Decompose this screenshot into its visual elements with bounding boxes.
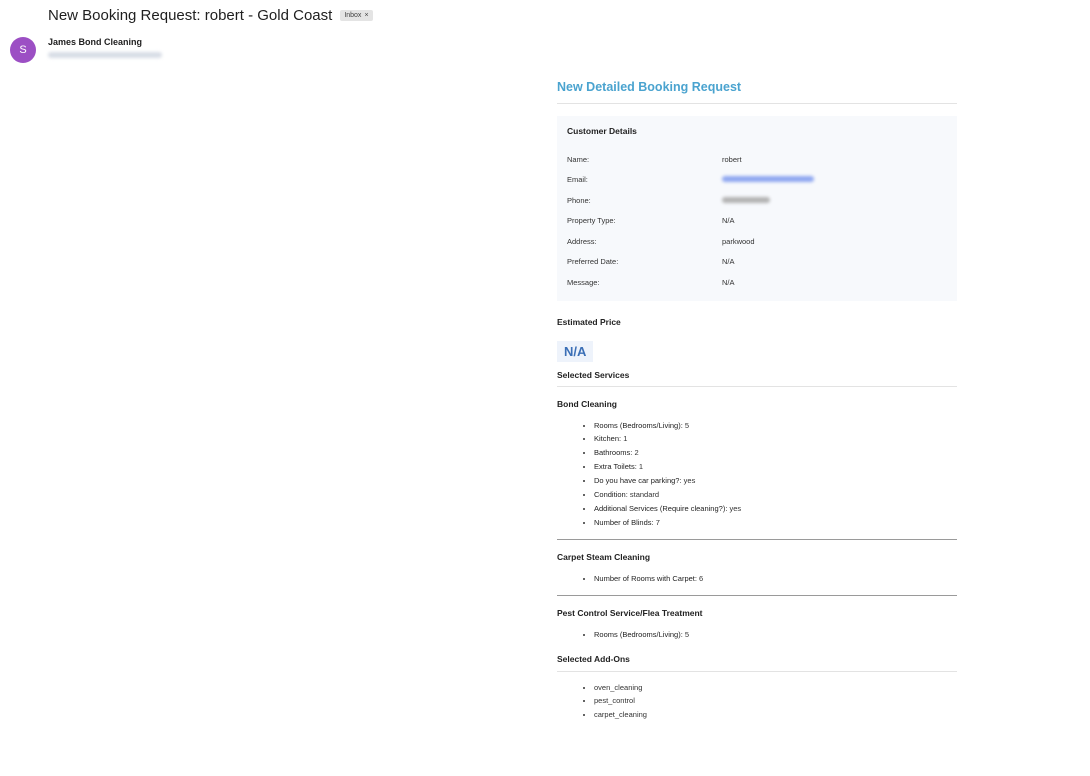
detail-label: Email: <box>567 175 588 185</box>
customer-details-box: Customer Details Name: robert Email: Phone:… <box>557 116 957 301</box>
email-subject: New Booking Request: robert - Gold Coast <box>48 6 333 24</box>
service-items: Rooms (Bedrooms/Living): 5Kitchen: 1Bath… <box>557 419 957 530</box>
service-item-value: 5 <box>682 420 690 430</box>
detail-row: Email: <box>567 170 947 191</box>
service-item-label: Do you have car parking?: <box>594 476 682 486</box>
sender-email-redacted <box>48 52 162 58</box>
service-title: Bond Cleaning <box>557 398 617 409</box>
sender-name[interactable]: James Bond Cleaning <box>48 37 142 47</box>
detail-label: Message: <box>567 277 600 287</box>
service-title: Carpet Steam Cleaning <box>557 551 651 562</box>
detail-row: Name: robert <box>567 149 947 170</box>
remove-label-icon[interactable]: × <box>364 12 368 19</box>
detail-value <box>722 175 814 184</box>
service-item-label: Bathrooms: <box>594 448 633 458</box>
detail-row: Address: parkwood <box>567 231 947 252</box>
service-item-value: 1 <box>636 462 644 472</box>
detail-value: parkwood <box>722 236 755 246</box>
email-body: New Detailed Booking Request Customer De… <box>557 80 957 722</box>
service-item-value: yes <box>727 503 742 513</box>
service-item-label: Condition: <box>594 490 628 500</box>
estimated-price-heading: Estimated Price <box>557 316 621 327</box>
detail-label: Preferred Date: <box>567 257 619 267</box>
service-item: Rooms (Bedrooms/Living): 5 <box>594 419 957 433</box>
detail-label: Address: <box>567 236 597 246</box>
inbox-label-text: Inbox <box>344 11 362 19</box>
email-subject-row: New Booking Request: robert - Gold Coast… <box>48 4 373 26</box>
service-title: Pest Control Service/Flea Treatment <box>557 607 703 618</box>
service-item-label: Number of Rooms with Carpet: <box>594 573 697 583</box>
service-item-value: 6 <box>696 573 704 583</box>
detail-row: Message: N/A <box>567 272 947 293</box>
detail-label: Name: <box>567 154 590 164</box>
service-item: Number of Rooms with Carpet: 6 <box>594 572 957 586</box>
detail-label: Property Type: <box>567 216 616 226</box>
service-item-value: 2 <box>632 448 639 458</box>
selected-services-heading: Selected Services <box>557 370 957 387</box>
service-item-label: Rooms (Bedrooms/Living): <box>594 629 683 639</box>
estimated-price-value: N/A <box>557 340 594 362</box>
addons-list: oven_cleaningpest_controlcarpet_cleaning <box>557 681 957 723</box>
booking-title: New Detailed Booking Request <box>557 80 957 104</box>
detail-value: N/A <box>722 257 735 267</box>
addon-item: carpet_cleaning <box>594 708 957 722</box>
service-item-label: Number of Blinds: <box>594 517 654 527</box>
service-item-label: Extra Toilets: <box>594 462 637 472</box>
detail-value: robert <box>722 154 742 164</box>
service-items: Number of Rooms with Carpet: 6 <box>557 572 957 586</box>
service-item-value: yes <box>681 476 696 486</box>
service-item-value: 1 <box>621 434 628 444</box>
service-divider <box>557 594 957 596</box>
service-item: Extra Toilets: 1 <box>594 460 957 474</box>
service-item: Rooms (Bedrooms/Living): 5 <box>594 628 957 642</box>
phone-redacted <box>722 196 770 203</box>
service-item: Kitchen: 1 <box>594 432 957 446</box>
service-item-label: Kitchen: <box>594 434 622 444</box>
service-items: Rooms (Bedrooms/Living): 5 <box>557 628 957 642</box>
addon-item: pest_control <box>594 694 957 708</box>
service-item: Additional Services (Require cleaning?):… <box>594 502 957 516</box>
service-item-label: Rooms (Bedrooms/Living): <box>594 420 683 430</box>
customer-details-heading: Customer Details <box>567 126 637 136</box>
service-item: Condition: standard <box>594 488 957 502</box>
customer-details-list: Name: robert Email: Phone: Property Type: N/A… <box>567 149 947 293</box>
sender-avatar: S <box>10 37 36 63</box>
service-item: Bathrooms: 2 <box>594 446 957 460</box>
detail-row: Preferred Date: N/A <box>567 252 947 273</box>
service-item: Number of Blinds: 7 <box>594 516 957 530</box>
service-item: Do you have car parking?: yes <box>594 474 957 488</box>
service-item-value: 5 <box>682 629 690 639</box>
detail-value <box>722 196 770 205</box>
selected-addons-heading: Selected Add-Ons <box>557 654 957 672</box>
inbox-label-badge[interactable]: Inbox × <box>340 9 373 21</box>
detail-value: N/A <box>722 216 735 226</box>
email-redacted[interactable] <box>722 176 814 183</box>
detail-row: Property Type: N/A <box>567 211 947 232</box>
detail-row: Phone: <box>567 190 947 211</box>
service-item-value: standard <box>627 490 660 500</box>
detail-value: N/A <box>722 277 735 287</box>
services-list: Bond CleaningRooms (Bedrooms/Living): 5K… <box>557 399 957 642</box>
addon-item: oven_cleaning <box>594 681 957 695</box>
detail-label: Phone: <box>567 195 591 205</box>
service-item-value: 7 <box>653 517 660 527</box>
service-divider <box>557 538 957 540</box>
service-item-label: Additional Services (Require cleaning?): <box>594 503 728 513</box>
